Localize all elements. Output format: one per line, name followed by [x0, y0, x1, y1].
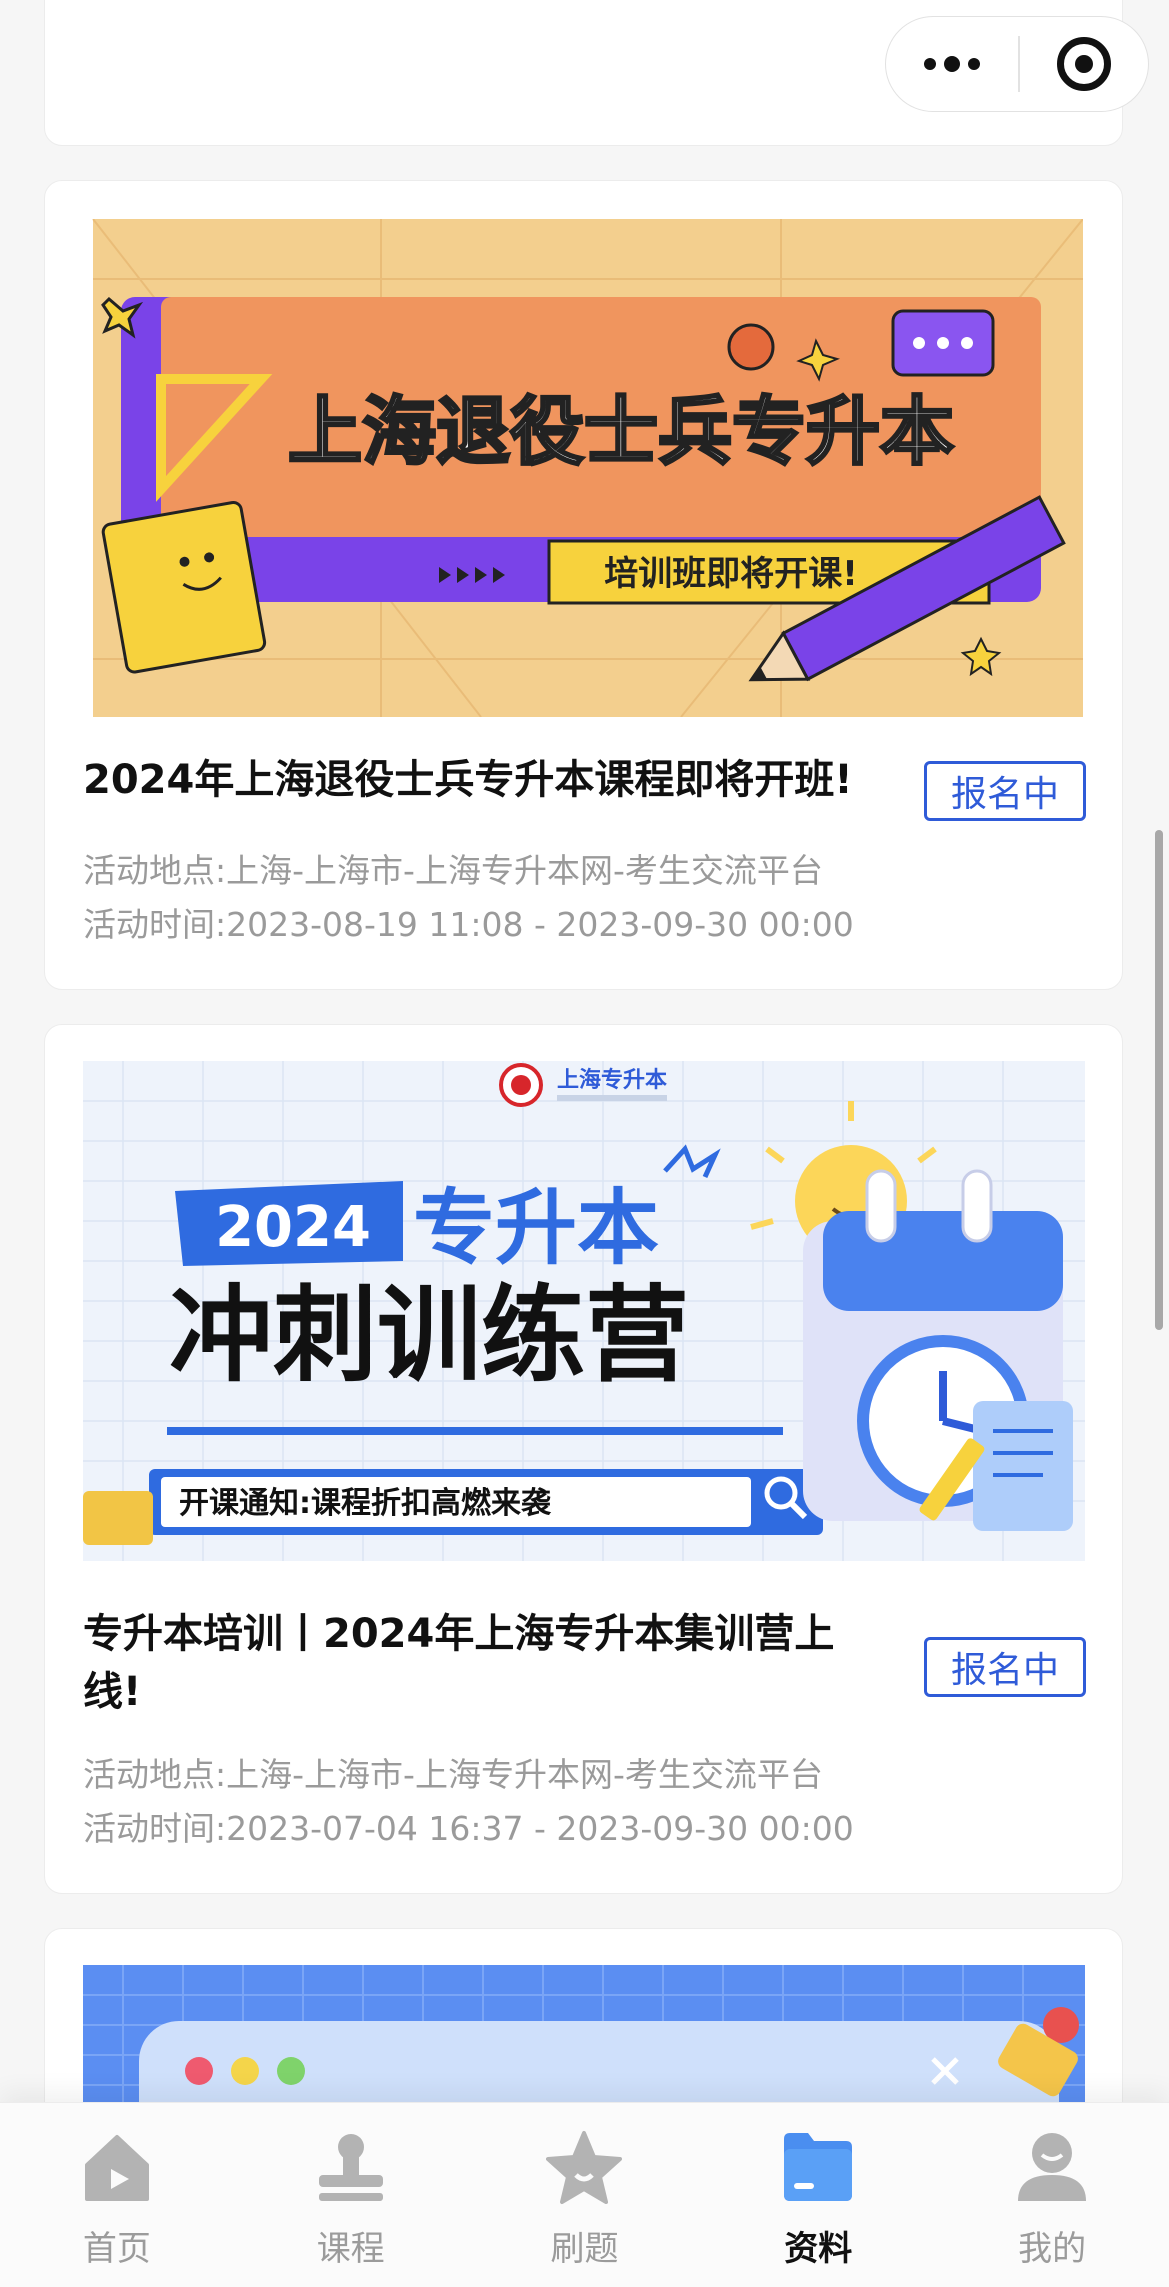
activity-title[interactable]: 2024年上海退役士兵专升本课程即将开班!: [83, 751, 903, 809]
tab-label: 首页: [82, 2229, 151, 2269]
time-label: 活动时间:: [83, 905, 227, 944]
location-label: 活动地点:: [83, 851, 227, 890]
banner-image: 上海专升本 2024 专升本 冲刺训练营 开课通知:课程折扣高燃来袭: [83, 1061, 1085, 1561]
banner-image: 上海退役士兵专升本 培训班即将开课!: [81, 219, 1083, 717]
activity-card[interactable]: 上海专升本 2024 专升本 冲刺训练营 开课通知:课程折扣高燃来袭 专升本培训…: [44, 1024, 1123, 1894]
activity-location: 活动地点:上海-上海市-上海专升本网-考生交流平台: [83, 845, 823, 897]
tab-label: 资料: [784, 2229, 853, 2269]
more-dots-icon[interactable]: [886, 17, 1018, 111]
tab-label: 我的: [1018, 2229, 1087, 2269]
location-label: 活动地点:: [83, 1755, 227, 1794]
mini-program-capsule: [885, 16, 1149, 112]
banner-headline-2: 冲刺训练营: [169, 1274, 689, 1396]
stamp-icon: [311, 2127, 391, 2207]
tab-bar: 首页 课程 刷题 资料 我的: [0, 2102, 1169, 2287]
banner-artwork: 上海专升本 2024 专升本 冲刺训练营 开课通知:课程折扣高燃来袭: [83, 1061, 1085, 1561]
tab-mine[interactable]: 我的: [935, 2103, 1169, 2287]
time-value: 2023-07-04 16:37 - 2023-09-30 00:00: [226, 1809, 854, 1848]
activity-title-line-2: 线!: [83, 1669, 142, 1715]
tab-practice[interactable]: 刷题: [468, 2103, 702, 2287]
activity-card[interactable]: 上海退役士兵专升本 培训班即将开课! 2024年上海退役士兵专升本课程即将开班!…: [44, 180, 1123, 990]
banner-headline-1: 专升本: [413, 1181, 659, 1276]
tab-label: 刷题: [550, 2229, 619, 2269]
home-icon: [77, 2127, 157, 2207]
tab-label: 课程: [316, 2229, 385, 2269]
banner-logo: 上海专升本: [557, 1067, 667, 1093]
activity-title[interactable]: 专升本培训丨2024年上海专升本集训营上 线!: [83, 1605, 883, 1721]
banner-artwork: 上海退役士兵专升本 培训班即将开课!: [92, 219, 1083, 717]
activity-title-line-1: 专升本培训丨2024年上海专升本集训营上: [83, 1611, 835, 1657]
scrollbar[interactable]: [1155, 830, 1163, 1330]
page: 上海退役士兵专升本 培训班即将开课! 2024年上海退役士兵专升本课程即将开班!…: [0, 0, 1169, 2287]
time-label: 活动时间:: [83, 1809, 227, 1848]
banner-notice: 开课通知:课程折扣高燃来袭: [179, 1486, 552, 1521]
activity-location: 活动地点:上海-上海市-上海专升本网-考生交流平台: [83, 1749, 823, 1801]
banner-ribbon: 培训班即将开课!: [604, 554, 858, 594]
status-badge[interactable]: 报名中: [924, 1637, 1086, 1697]
location-value: 上海-上海市-上海专升本网-考生交流平台: [226, 1755, 823, 1794]
tab-course[interactable]: 课程: [234, 2103, 468, 2287]
banner-headline: 上海退役士兵专升本: [288, 389, 954, 475]
tab-materials[interactable]: 资料: [701, 2103, 935, 2287]
target-circle-icon[interactable]: [1020, 37, 1148, 91]
banner-year: 2024: [215, 1195, 371, 1260]
user-icon: [1012, 2127, 1092, 2207]
star-icon: [544, 2127, 624, 2207]
location-value: 上海-上海市-上海专升本网-考生交流平台: [226, 851, 823, 890]
tab-home[interactable]: 首页: [0, 2103, 234, 2287]
time-value: 2023-08-19 11:08 - 2023-09-30 00:00: [226, 905, 854, 944]
status-badge[interactable]: 报名中: [924, 761, 1086, 821]
activity-time: 活动时间:2023-08-19 11:08 - 2023-09-30 00:00: [83, 899, 854, 951]
activity-time: 活动时间:2023-07-04 16:37 - 2023-09-30 00:00: [83, 1803, 854, 1855]
folder-icon: [778, 2127, 858, 2207]
